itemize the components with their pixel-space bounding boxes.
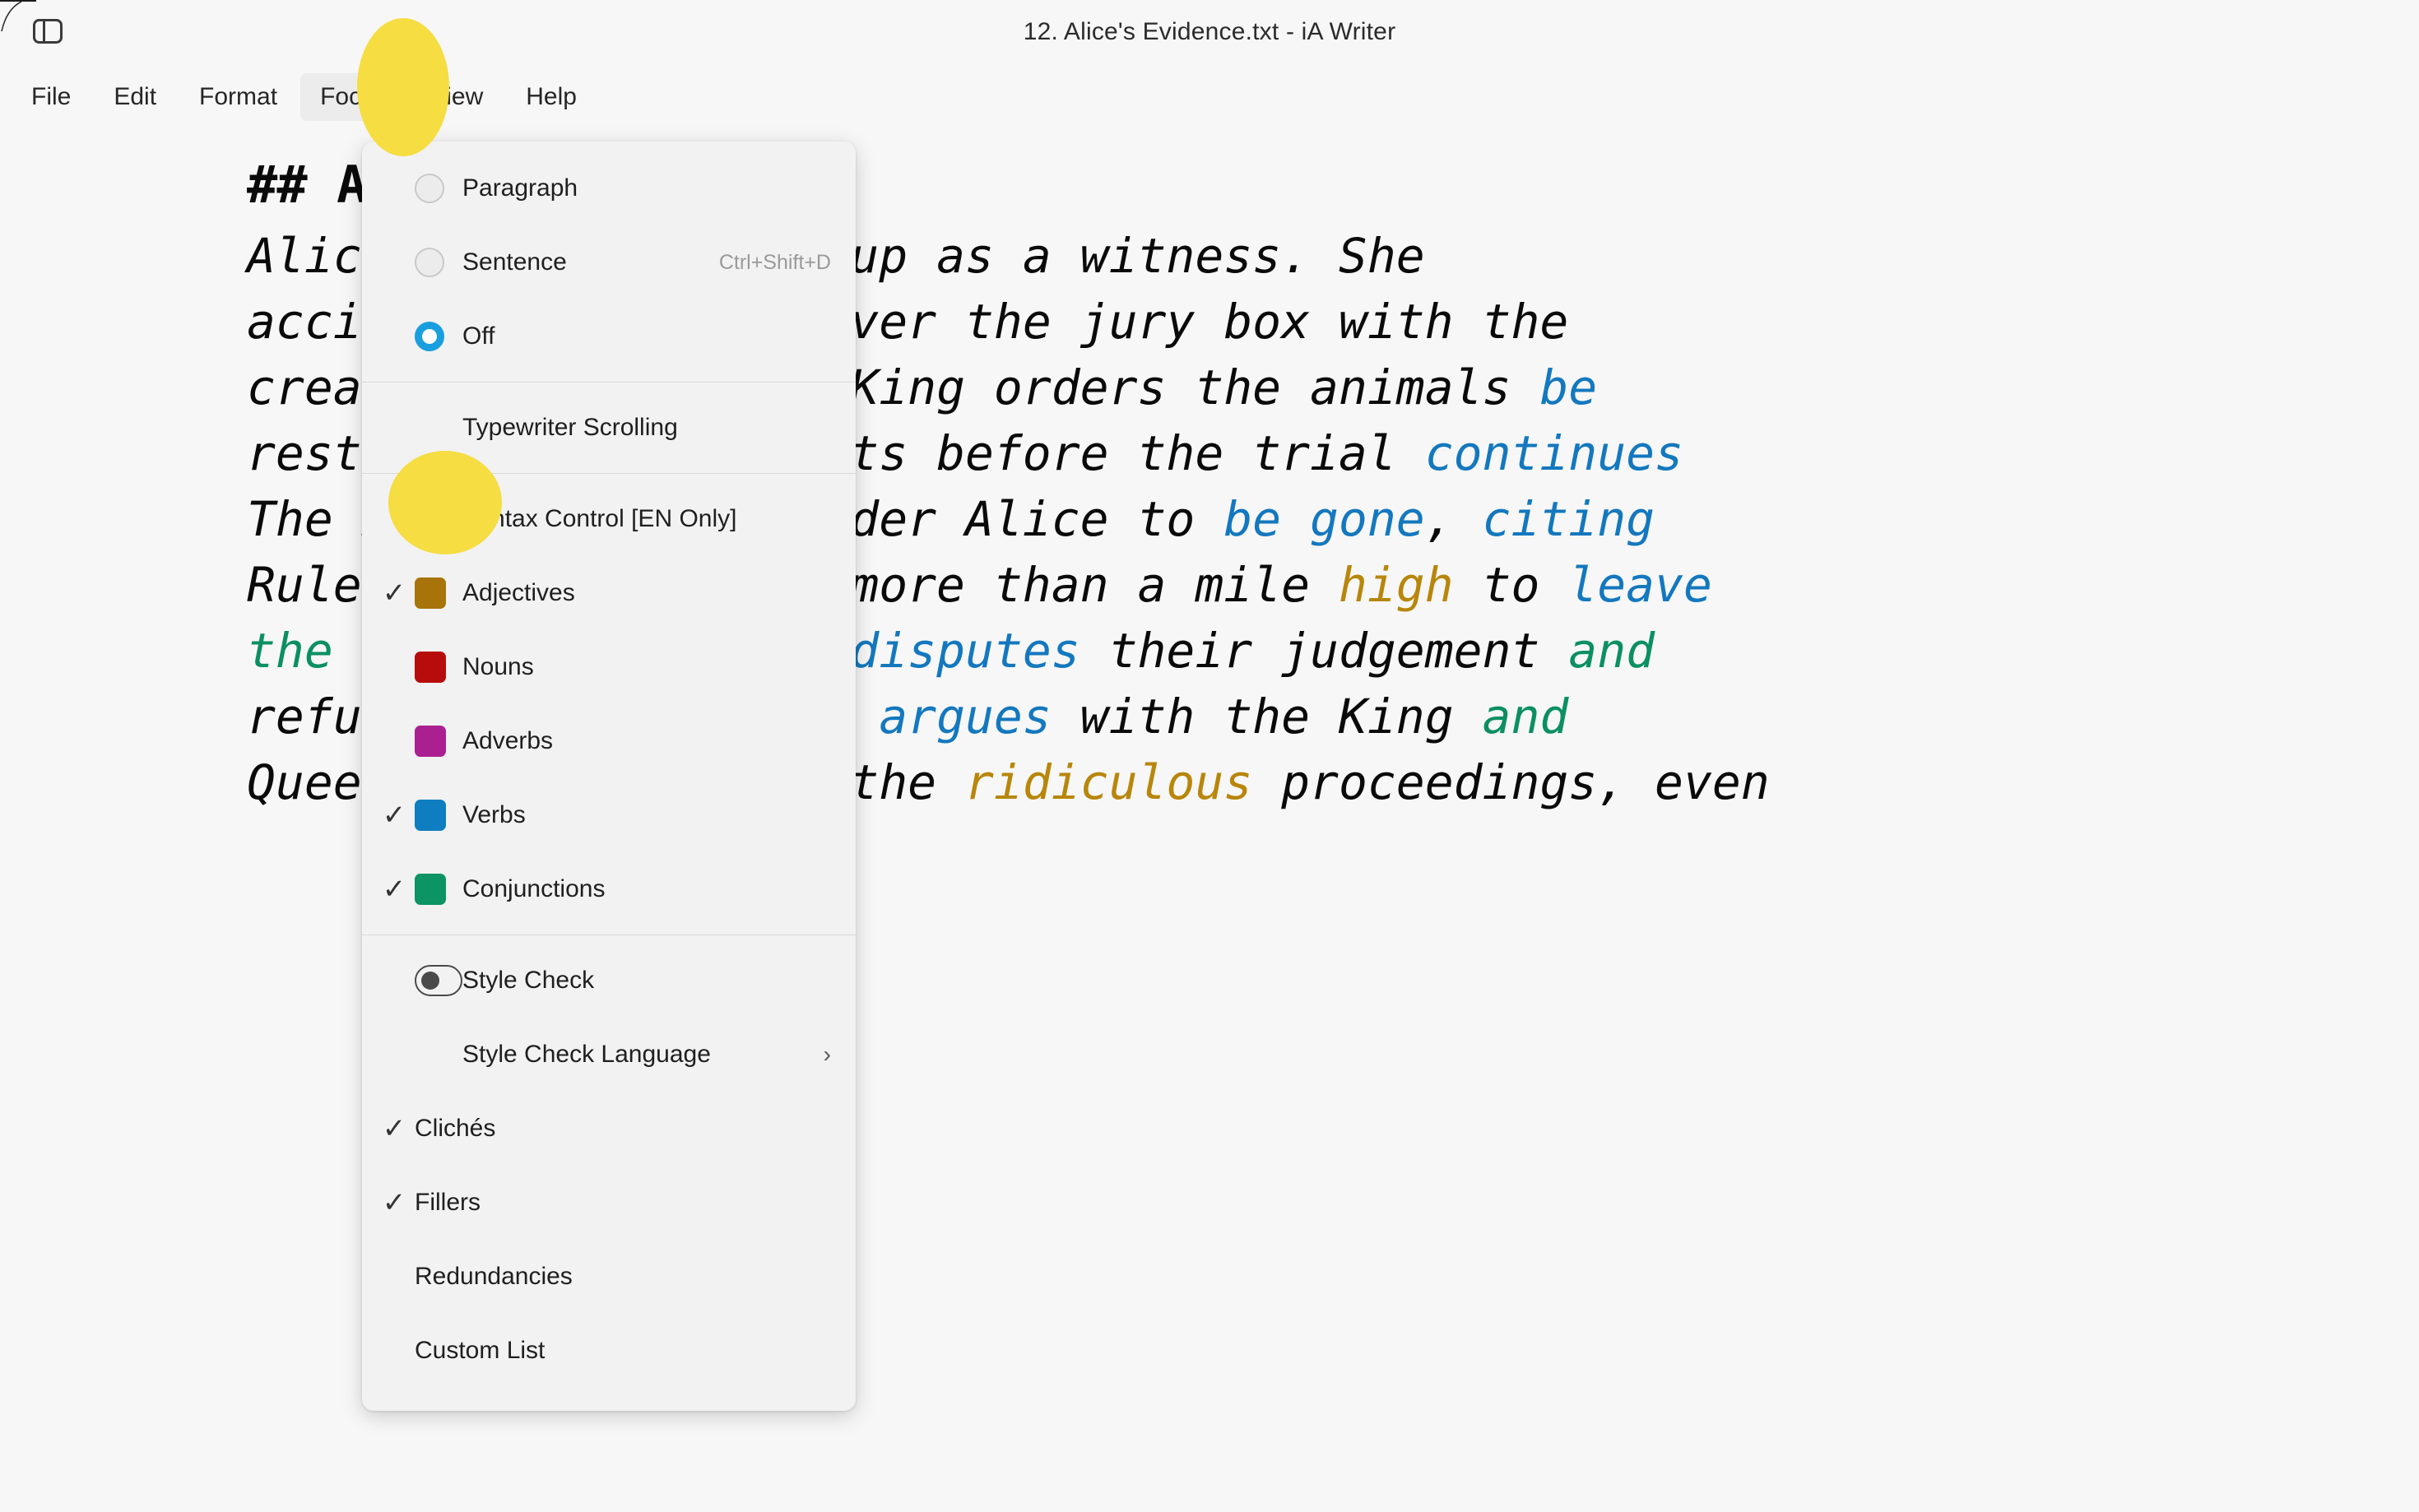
menu-item-label: Style Check: [462, 967, 595, 994]
document-token-plain: proceedings, even: [1252, 754, 1770, 810]
radio-slot: [411, 174, 462, 203]
menu-item-label: Custom List: [415, 1337, 546, 1364]
menu-item-redundancies[interactable]: Redundancies: [362, 1240, 856, 1314]
menu-bar: File Edit Format Focus View Help: [0, 64, 2419, 130]
document-token-plain: up as a witness. She: [821, 228, 1425, 284]
menu-item-label: Redundancies: [415, 1263, 573, 1290]
menubar-item-view[interactable]: View: [411, 73, 503, 121]
menubar-item-file[interactable]: File: [12, 73, 91, 121]
checkmark-icon: ✓: [382, 800, 406, 831]
menu-item-label: Typewriter Scrolling: [462, 414, 678, 441]
menu-item-label: Paragraph: [462, 174, 578, 202]
menu-separator: [362, 473, 856, 474]
document-token-plain: to: [1453, 557, 1569, 613]
menu-separator: [362, 382, 856, 383]
swatch-slot: [411, 652, 462, 683]
sidebar-toggle-button[interactable]: [28, 12, 67, 51]
menu-item-typewriter-scrolling[interactable]: Typewriter Scrolling: [362, 391, 856, 465]
menu-item-style-check-language[interactable]: Style Check Language ›: [362, 1018, 856, 1092]
menu-item-adverbs[interactable]: Adverbs: [362, 704, 856, 778]
radio-slot: [411, 248, 462, 277]
checkmark-icon: ✓: [382, 577, 406, 609]
menu-item-syntax-control[interactable]: Syntax Control [EN Only]: [362, 482, 856, 556]
focus-dropdown-menu[interactable]: Paragraph Sentence Ctrl+Shift+D Off Type…: [362, 141, 856, 1411]
menu-item-label: Adverbs: [462, 727, 554, 754]
document-token-verb: leave: [1568, 557, 1712, 613]
menu-item-label: Off: [462, 322, 495, 350]
nouns-color-swatch: [415, 652, 446, 683]
sidebar-toggle-icon: [33, 19, 63, 44]
menu-item-nouns[interactable]: Nouns: [362, 630, 856, 704]
radio-off-icon[interactable]: [415, 322, 444, 351]
checkmark-icon: ✓: [382, 1187, 406, 1218]
menu-item-adjectives[interactable]: ✓ Adjectives: [362, 556, 856, 630]
document-token-conj: and: [1482, 689, 1569, 744]
document-token-plain: their judgement: [1079, 623, 1569, 679]
document-token-adj: high: [1338, 557, 1454, 613]
menu-item-label: Nouns: [462, 653, 534, 680]
menu-item-verbs[interactable]: ✓ Verbs: [362, 778, 856, 852]
menubar-item-format[interactable]: Format: [179, 73, 297, 121]
swatch-slot: [411, 726, 462, 757]
menu-item-label: Verbs: [462, 801, 526, 828]
menu-item-label: Clichés: [415, 1115, 496, 1142]
document-token-plain: with the King: [1051, 689, 1483, 744]
document-token-conj: and: [1568, 623, 1655, 679]
ia-writer-window: 12. Alice's Evidence.txt - iA Writer Fil…: [0, 0, 2419, 1512]
menu-item-custom-list[interactable]: Custom List: [362, 1314, 856, 1388]
style-check-toggle[interactable]: [415, 965, 462, 996]
swatch-slot: [411, 800, 462, 831]
document-token-plain: over the jury box with the: [792, 294, 1569, 350]
chevron-right-icon: ›: [823, 1041, 831, 1067]
menu-item-shortcut: Ctrl+Shift+D: [718, 250, 831, 274]
title-bar: 12. Alice's Evidence.txt - iA Writer: [0, 0, 2419, 64]
document-token-verb: disputes: [850, 623, 1080, 679]
style-check-group: Style Check Style Check Language › ✓ Cli…: [362, 939, 856, 1393]
menu-item-cliches[interactable]: ✓ Clichés: [362, 1092, 856, 1166]
menu-item-label: Sentence: [462, 248, 567, 276]
document-token-plain: ,: [1424, 491, 1483, 547]
menu-item-fillers[interactable]: ✓ Fillers: [362, 1166, 856, 1240]
menu-item-label: Style Check Language: [462, 1041, 711, 1068]
menu-item-off[interactable]: Off: [362, 299, 856, 373]
swatch-slot: [411, 577, 462, 609]
syntax-group: Syntax Control [EN Only] ✓ Adjectives No…: [362, 477, 856, 931]
focus-mode-group: Paragraph Sentence Ctrl+Shift+D Off: [362, 146, 856, 378]
menu-item-label: Conjunctions: [462, 875, 606, 902]
toggle-slot: [411, 503, 462, 535]
document-token-adj: ridiculous: [964, 754, 1253, 810]
typewriter-group: Typewriter Scrolling: [362, 386, 856, 470]
menubar-item-focus[interactable]: Focus: [300, 73, 407, 121]
radio-slot: [411, 322, 462, 351]
radio-paragraph-icon[interactable]: [415, 174, 444, 203]
menu-item-label: Fillers: [415, 1189, 481, 1216]
menubar-item-help[interactable]: Help: [506, 73, 597, 121]
menu-item-label: Adjectives: [462, 579, 575, 606]
adjectives-color-swatch: [415, 577, 446, 609]
menu-item-conjunctions[interactable]: ✓ Conjunctions: [362, 852, 856, 926]
document-token-verb: be: [1539, 359, 1598, 415]
menubar-item-edit[interactable]: Edit: [94, 73, 176, 121]
document-token-verb: argues: [879, 689, 1052, 744]
window-title: 12. Alice's Evidence.txt - iA Writer: [1023, 18, 1396, 45]
checkmark-icon: ✓: [382, 874, 406, 905]
menu-item-style-check[interactable]: Style Check: [362, 944, 856, 1018]
menu-item-label: Syntax Control [EN Only]: [462, 505, 737, 532]
menu-item-paragraph[interactable]: Paragraph: [362, 151, 856, 225]
checkmark-icon: ✓: [382, 1113, 406, 1144]
conjunctions-color-swatch: [415, 874, 446, 905]
syntax-control-toggle[interactable]: [415, 503, 462, 535]
menu-item-sentence[interactable]: Sentence Ctrl+Shift+D: [362, 225, 856, 299]
swatch-slot: [411, 874, 462, 905]
adverbs-color-swatch: [415, 726, 446, 757]
verbs-color-swatch: [415, 800, 446, 831]
toggle-slot: [411, 965, 462, 996]
radio-sentence-icon[interactable]: [415, 248, 444, 277]
document-token-verb: be gone: [1223, 491, 1425, 547]
document-token-verb: citing: [1482, 491, 1655, 547]
document-token-verb: continues: [1424, 425, 1683, 481]
